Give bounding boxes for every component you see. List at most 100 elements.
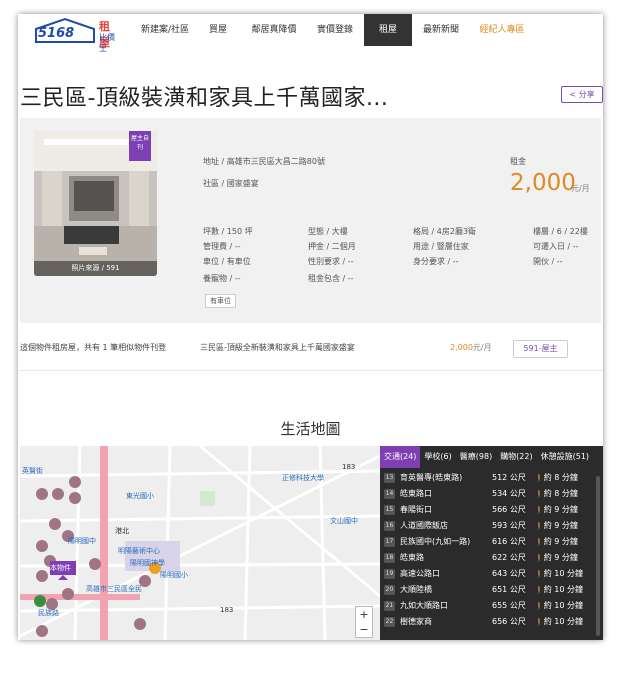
nav-item[interactable]: 鄰居真降價 — [242, 14, 306, 46]
map-label: 正修科技大學 — [282, 474, 324, 482]
category-tab[interactable]: 醫療(98) — [456, 446, 496, 468]
walking-icon: 🚶 — [535, 602, 544, 610]
place-dist: 622 公尺 — [492, 553, 526, 562]
similar-listing-title[interactable]: 三民區-頂級全新裝潢和家具上千萬國家盛宴 — [200, 342, 355, 353]
place-dist: 655 公尺 — [492, 601, 526, 610]
place-row[interactable]: 19 高速公路口 643 公尺 🚶約 10 分鐘 — [380, 566, 603, 582]
walk-time: 🚶約 10 分鐘 — [535, 614, 583, 630]
site-logo[interactable]: 5168 租屋 比價王 — [32, 16, 118, 53]
walk-time-value: 約 10 分鐘 — [543, 585, 583, 594]
place-row[interactable]: 17 民族國中(九如一路) 616 公尺 🚶約 9 分鐘 — [380, 534, 603, 550]
place-row[interactable]: 16 人道國際飯店 593 公尺 🚶約 9 分鐘 — [380, 518, 603, 534]
nav-item[interactable]: 實價登錄 — [306, 14, 364, 46]
place-list: 13 育英醫專(皓東路) 512 公尺 🚶約 8 分鐘 14 皓東路口 534 公尺 🚶約 8… — [380, 470, 603, 630]
walk-time: 🚶約 10 分鐘 — [535, 566, 583, 582]
walk-time-value: 約 9 分鐘 — [543, 521, 578, 530]
zoom-out-button[interactable]: − — [356, 622, 372, 637]
share-button[interactable]: < 分享 — [561, 86, 603, 103]
walk-time: 🚶約 8 分鐘 — [535, 486, 578, 502]
map-label: 民族路 — [38, 609, 59, 617]
nav-item[interactable]: 買屋 — [194, 14, 242, 46]
category-tab[interactable]: 購物(22) — [496, 446, 536, 468]
detail-item: 租金包含 / -- — [308, 274, 354, 283]
similar-summary: 這個物件租房屋，共有 1 筆相似物件刊登 — [20, 343, 167, 352]
walk-time: 🚶約 9 分鐘 — [535, 518, 578, 534]
walk-time: 🚶約 9 分鐘 — [535, 502, 578, 518]
place-name: 大順陸橋 — [400, 585, 432, 594]
place-row[interactable]: 21 九如大順路口 655 公尺 🚶約 10 分鐘 — [380, 598, 603, 614]
page: 5168 租屋 比價王 新建案/社區 買屋 鄰居真降價 實價登錄 租屋 最新新聞 經紀人專區… — [18, 14, 603, 640]
place-row[interactable]: 13 育英醫專(皓東路) 512 公尺 🚶約 8 分鐘 — [380, 470, 603, 486]
walk-time-value: 約 9 分鐘 — [543, 537, 578, 546]
place-n: 15 — [384, 505, 395, 515]
listing-info-panel: 屋主自刊 照片來源 / 591 地址 / 高雄市三民區大昌二路80號 社區 / … — [20, 118, 601, 323]
map-label: 陽明國小 — [160, 571, 188, 579]
zoom-in-button[interactable]: + — [356, 607, 372, 622]
place-n: 22 — [384, 617, 395, 627]
walking-icon: 🚶 — [535, 490, 544, 498]
category-tabs: 交通(24) 學校(6) 醫療(98) 購物(22) 休憩設施(51) — [380, 446, 603, 468]
nav-item[interactable]: 經紀人專區 — [470, 14, 534, 46]
address-text: 地址 / 高雄市三民區大昌二路80號 — [203, 157, 325, 166]
logo-text-compare: 比價王 — [99, 33, 115, 53]
walk-time-value: 約 9 分鐘 — [543, 553, 578, 562]
place-n: 21 — [384, 601, 395, 611]
site-header: 5168 租屋 比價王 新建案/社區 買屋 鄰居真降價 實價登錄 租屋 最新新聞 經紀人專區 — [18, 14, 603, 53]
walk-time: 🚶約 8 分鐘 — [535, 470, 578, 486]
map-label: 陽明國中 — [68, 537, 96, 545]
detail-item: 樓層 / 6 / 22樓 — [533, 227, 588, 236]
place-row[interactable]: 20 大順陸橋 651 公尺 🚶約 10 分鐘 — [380, 582, 603, 598]
map-label: 高雄市三民區全民 — [86, 585, 142, 593]
walking-icon: 🚶 — [535, 522, 544, 530]
detail-item: 性別要求 / -- — [308, 257, 354, 266]
place-name: 皓東路口 — [400, 489, 432, 498]
rent-price: 2,000 — [510, 170, 576, 196]
place-row[interactable]: 22 樹德家商 656 公尺 🚶約 10 分鐘 — [380, 614, 603, 630]
place-name: 育英醫專(皓東路) — [400, 473, 463, 482]
place-row[interactable]: 18 皓東路 622 公尺 🚶約 9 分鐘 — [380, 550, 603, 566]
walking-icon: 🚶 — [535, 474, 544, 482]
detail-item: 坪數 / 150 坪 — [203, 227, 253, 236]
place-name: 春陽街口 — [400, 505, 432, 514]
nav-item[interactable]: 新建案/社區 — [136, 14, 194, 46]
place-n: 17 — [384, 537, 395, 547]
feature-tag: 有車位 — [205, 294, 236, 308]
place-dist: 512 公尺 — [492, 473, 526, 482]
place-name: 九如大順路口 — [400, 601, 448, 610]
nav-item[interactable]: 租屋 — [364, 14, 412, 46]
place-row[interactable]: 14 皓東路口 534 公尺 🚶約 8 分鐘 — [380, 486, 603, 502]
divider — [18, 370, 603, 371]
nearby-places-panel: 交通(24) 學校(6) 醫療(98) 購物(22) 休憩設施(51) 13 育英醫專(皓… — [380, 446, 603, 640]
map-label: 英賢街 — [22, 467, 43, 475]
similar-source-button[interactable]: 591-屋主 — [513, 340, 568, 358]
place-name: 皓東路 — [400, 553, 424, 562]
walk-time-value: 約 8 分鐘 — [543, 473, 578, 482]
map-label: 183 — [342, 463, 356, 471]
place-dist: 651 公尺 — [492, 585, 526, 594]
place-row[interactable]: 15 春陽街口 566 公尺 🚶約 9 分鐘 — [380, 502, 603, 518]
share-icon: < — [569, 90, 577, 99]
main-nav: 新建案/社區 買屋 鄰居真降價 實價登錄 租屋 最新新聞 經紀人專區 — [136, 14, 534, 46]
walking-icon: 🚶 — [535, 586, 544, 594]
life-map[interactable]: 英賢街 正修科技大學 183 東光國小 文山國中 港北 陽明國中 明陽藝術中心 … — [20, 446, 380, 640]
section-title: 生活地圖 — [280, 420, 341, 438]
listing-photo[interactable]: 屋主自刊 照片來源 / 591 — [34, 131, 157, 276]
walking-icon: 🚶 — [535, 570, 544, 578]
owner-listing-badge: 屋主自刊 — [129, 131, 151, 161]
place-name: 民族國中(九如一路) — [400, 537, 471, 546]
walking-icon: 🚶 — [535, 506, 544, 514]
category-tab[interactable]: 休憩設施(51) — [537, 446, 593, 468]
this-property-marker[interactable]: 本物件 — [50, 563, 71, 573]
nav-item[interactable]: 最新新聞 — [412, 14, 470, 46]
walk-time: 🚶約 10 分鐘 — [535, 598, 583, 614]
scrollbar[interactable] — [596, 476, 600, 636]
category-tab[interactable]: 交通(24) — [380, 446, 421, 468]
walking-icon: 🚶 — [535, 618, 544, 626]
place-name: 高速公路口 — [400, 569, 440, 578]
walk-time: 🚶約 9 分鐘 — [535, 550, 578, 566]
place-n: 19 — [384, 569, 395, 579]
similar-price-unit: 元/月 — [472, 343, 492, 352]
place-dist: 643 公尺 — [492, 569, 526, 578]
place-dist: 534 公尺 — [492, 489, 526, 498]
category-tab[interactable]: 學校(6) — [420, 446, 455, 468]
